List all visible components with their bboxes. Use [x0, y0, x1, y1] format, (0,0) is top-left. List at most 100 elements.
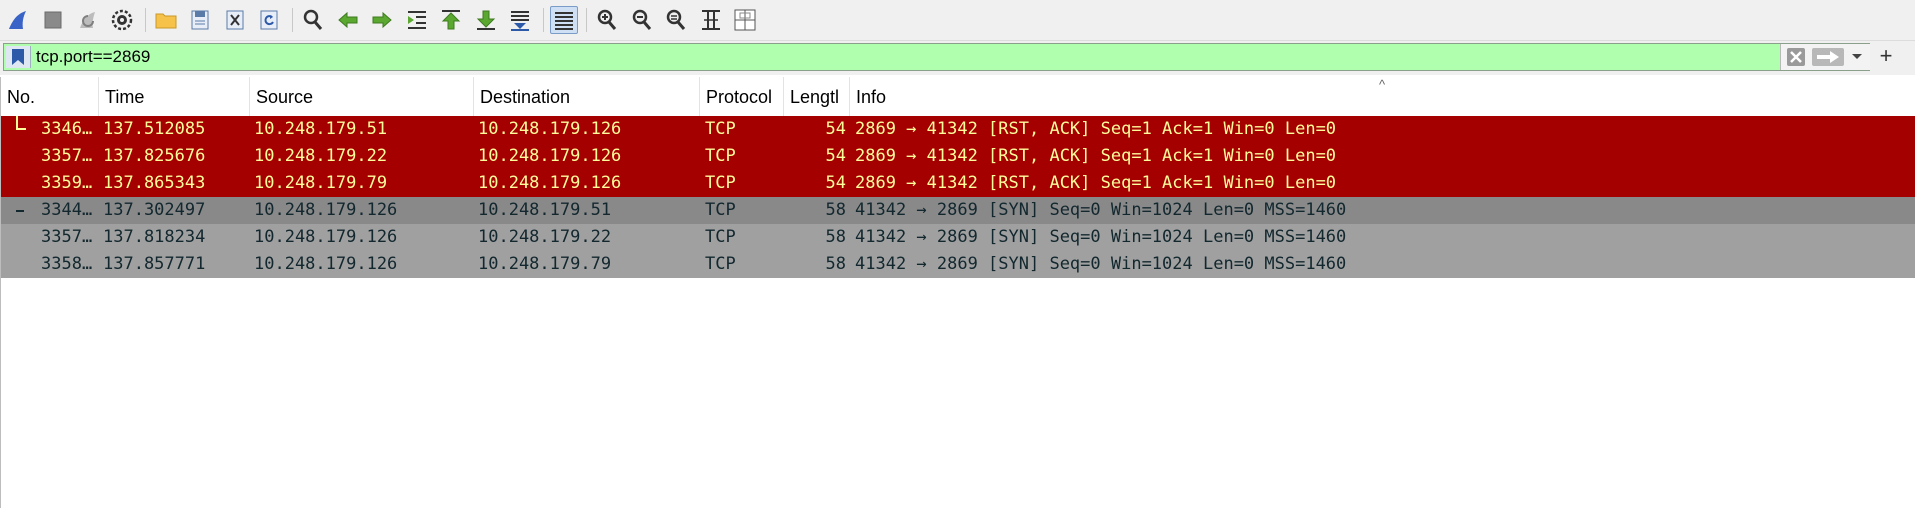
expand-subtrees-button[interactable]: [731, 6, 759, 34]
cell-time: 137.825676: [103, 146, 206, 166]
save-file-button[interactable]: [186, 6, 214, 34]
go-to-packet-icon: [408, 11, 426, 29]
cell-no: 3346…: [41, 119, 93, 139]
cell-protocol: TCP: [705, 146, 736, 166]
reload-file-button[interactable]: [255, 6, 283, 34]
zoom-out-button[interactable]: [628, 6, 656, 34]
cell-time: 137.857771: [103, 254, 206, 274]
capture-options-button[interactable]: [108, 6, 136, 34]
cell-source: 10.248.179.22: [254, 146, 388, 166]
toolbar-separator: [145, 8, 146, 32]
cell-info: 2869 → 41342 [RST, ACK] Seq=1 Ack=1 Win=…: [855, 119, 1337, 139]
folder-icon: [155, 13, 177, 29]
resize-columns-button[interactable]: [697, 6, 725, 34]
packet-row[interactable]: 3346… 137.512085 10.248.179.51 10.248.17…: [1, 116, 1915, 143]
cell-no: 3358…: [41, 254, 93, 274]
colorize-button[interactable]: [550, 6, 578, 34]
packet-row[interactable]: 3358… 137.857771 10.248.179.126 10.248.1…: [1, 251, 1915, 278]
cell-time: 137.512085: [103, 119, 206, 139]
packet-row[interactable]: 3357… 137.818234 10.248.179.126 10.248.1…: [1, 224, 1915, 251]
zoom-normal-icon: [666, 9, 686, 30]
cell-info: 41342 → 2869 [SYN] Seq=0 Win=1024 Len=0 …: [855, 227, 1347, 247]
stop-capture-button[interactable]: [39, 6, 67, 34]
cell-length: 58: [825, 200, 846, 220]
sort-ascending-icon: ^: [1379, 77, 1386, 92]
start-capture-button[interactable]: [4, 6, 32, 34]
arrow-right-icon: [1812, 48, 1844, 66]
column-header-protocol[interactable]: Protocol: [700, 77, 784, 116]
cell-time: 137.302497: [103, 200, 206, 220]
column-header-destination[interactable]: Destination: [474, 77, 700, 116]
main-toolbar: [0, 0, 1915, 41]
cell-protocol: TCP: [705, 173, 736, 193]
zoom-in-icon: [597, 9, 617, 30]
column-header-source[interactable]: Source: [250, 77, 474, 116]
stop-icon: [44, 11, 62, 29]
cell-destination: 10.248.179.126: [478, 119, 622, 139]
column-header-no[interactable]: No.: [1, 77, 99, 116]
close-file-button[interactable]: [221, 6, 249, 34]
go-forward-button[interactable]: [368, 6, 396, 34]
arrow-down-icon: [476, 10, 496, 30]
packet-list-header: No. Time Source Destination Protocol Len…: [1, 77, 1915, 116]
zoom-out-icon: [632, 9, 652, 30]
cell-no: 3357…: [41, 146, 93, 166]
conversation-end-icon: [13, 116, 27, 143]
cell-source: 10.248.179.79: [254, 173, 388, 193]
cell-no: 3357…: [41, 227, 93, 247]
go-first-packet-button[interactable]: [437, 6, 465, 34]
filter-actions: [1780, 44, 1870, 70]
zoom-normal-button[interactable]: [662, 6, 690, 34]
arrow-right-icon: [372, 11, 392, 29]
arrow-left-icon: [338, 11, 358, 29]
cell-length: 54: [825, 173, 846, 193]
gear-icon: [111, 9, 133, 31]
colorize-icon: [555, 12, 573, 30]
arrow-up-icon: [441, 10, 461, 30]
resize-columns-icon: [702, 10, 720, 30]
filter-bookmark-button[interactable]: [6, 46, 31, 68]
cell-destination: 10.248.179.126: [478, 146, 622, 166]
packet-row[interactable]: 3359… 137.865343 10.248.179.79 10.248.17…: [1, 170, 1915, 197]
go-back-button[interactable]: [334, 6, 362, 34]
recent-filters-dropdown[interactable]: [1847, 46, 1867, 68]
column-header-time[interactable]: Time: [99, 77, 250, 116]
reload-icon: [260, 10, 278, 30]
shark-fin-icon: [9, 11, 26, 29]
clear-icon: [1787, 48, 1805, 66]
toolbar-separator: [586, 8, 587, 32]
go-to-packet-button[interactable]: [403, 6, 431, 34]
cell-source: 10.248.179.126: [254, 254, 398, 274]
cell-protocol: TCP: [705, 200, 736, 220]
packet-row-selected[interactable]: 3344… 137.302497 10.248.179.126 10.248.1…: [1, 197, 1915, 224]
open-file-button[interactable]: [152, 6, 180, 34]
packet-row[interactable]: 3357… 137.825676 10.248.179.22 10.248.17…: [1, 143, 1915, 170]
column-header-length[interactable]: Lengtl: [784, 77, 850, 116]
find-packet-button[interactable]: [299, 6, 327, 34]
apply-filter-button[interactable]: [1811, 46, 1845, 68]
cell-length: 58: [825, 227, 846, 247]
zoom-in-button[interactable]: [593, 6, 621, 34]
cell-source: 10.248.179.51: [254, 119, 388, 139]
cell-protocol: TCP: [705, 254, 736, 274]
cell-protocol: TCP: [705, 227, 736, 247]
cell-source: 10.248.179.126: [254, 200, 398, 220]
cell-source: 10.248.179.126: [254, 227, 398, 247]
cell-time: 137.818234: [103, 227, 206, 247]
cell-no: 3344…: [41, 200, 93, 220]
add-filter-button-icon[interactable]: +: [1874, 43, 1898, 68]
conversation-start-icon: [13, 197, 27, 224]
bookmark-icon: [12, 49, 24, 65]
expand-subtrees-icon: [734, 9, 756, 31]
cell-destination: 10.248.179.51: [478, 200, 612, 220]
auto-scroll-button[interactable]: [506, 6, 534, 34]
cell-destination: 10.248.179.126: [478, 173, 622, 193]
restart-capture-button[interactable]: [74, 6, 102, 34]
magnifier-icon: [303, 9, 323, 30]
toolbar-separator: [292, 8, 293, 32]
go-last-packet-button[interactable]: [472, 6, 500, 34]
clear-filter-button[interactable]: [1785, 46, 1807, 68]
display-filter-input[interactable]: [36, 44, 1776, 70]
packet-list: No. Time Source Destination Protocol Len…: [0, 77, 1915, 508]
toolbar-separator: [543, 8, 544, 32]
